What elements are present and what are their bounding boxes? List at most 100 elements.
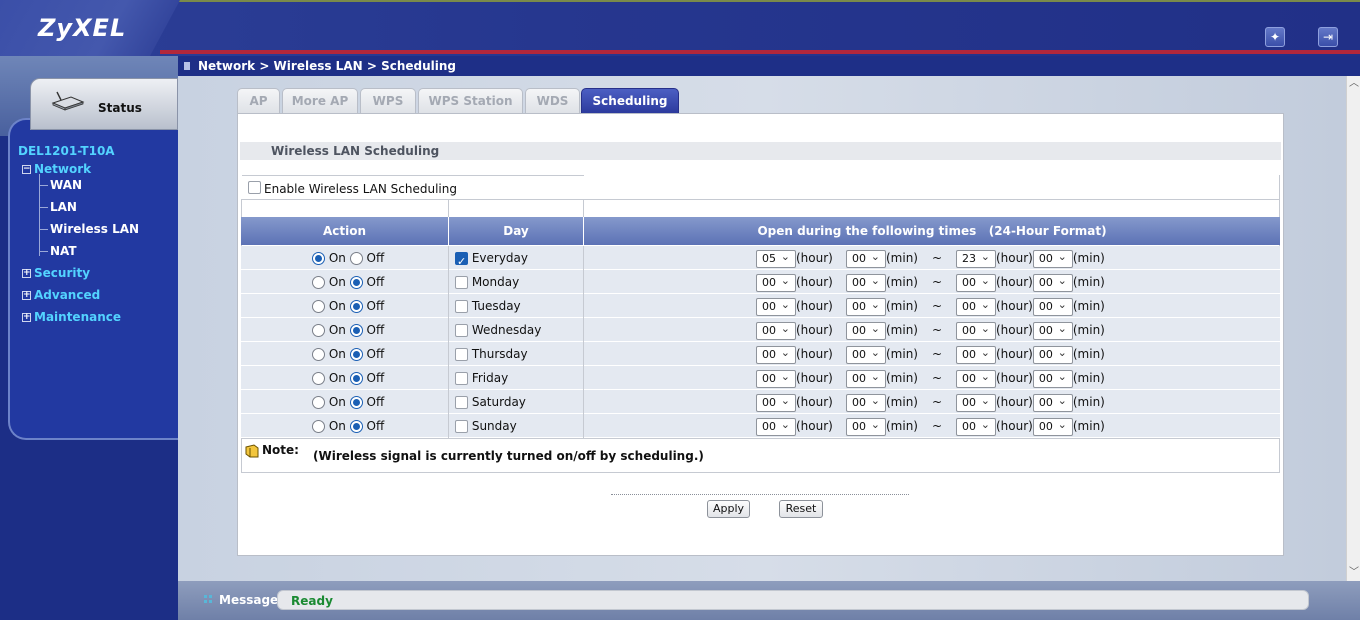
tab-ap[interactable]: AP <box>237 88 280 113</box>
zyxel-logo: ZyXEL <box>38 14 127 42</box>
range-separator: ~ <box>932 371 943 385</box>
day-cell: Friday <box>455 366 508 390</box>
device-name[interactable]: DEL1201-T10A <box>18 144 115 158</box>
off-radio[interactable] <box>349 324 363 337</box>
sidebar-item-wan[interactable]: WAN <box>50 178 82 192</box>
tab-scheduling[interactable]: Scheduling <box>581 88 679 113</box>
off-radio[interactable] <box>349 348 363 361</box>
sidebar-item-network[interactable]: − Network <box>22 162 91 176</box>
start-minute-select[interactable]: 00 <box>846 273 886 292</box>
end-minute-select[interactable]: 00 <box>1032 345 1073 364</box>
off-radio[interactable] <box>349 252 363 265</box>
start-minute-select[interactable]: 00 <box>846 393 886 412</box>
start-hour-select[interactable]: 05 <box>756 249 796 268</box>
sidebar-item-wireless-lan[interactable]: Wireless LAN <box>50 222 139 236</box>
sidebar-item-advanced[interactable]: + Advanced <box>22 288 100 302</box>
start-hour-select[interactable]: 00 <box>756 369 796 388</box>
day-checkbox[interactable] <box>455 324 468 337</box>
scroll-up-icon[interactable]: ︿ <box>1347 76 1360 92</box>
on-label: On <box>328 275 346 289</box>
end-minute-select[interactable]: 00 <box>1032 297 1073 316</box>
start-hour-select[interactable]: 00 <box>756 345 796 364</box>
end-hour-select[interactable]: 00 <box>956 321 996 340</box>
off-radio[interactable] <box>349 372 363 385</box>
hour-unit: (hour) <box>996 251 1033 265</box>
end-minute-select[interactable]: 00 <box>1032 393 1073 412</box>
off-radio[interactable] <box>349 276 363 289</box>
start-minute-select[interactable]: 00 <box>846 345 886 364</box>
apply-button[interactable]: Apply <box>707 500 750 518</box>
day-label: Saturday <box>471 395 526 409</box>
min-unit: (min) <box>1072 371 1105 385</box>
start-hour-select[interactable]: 00 <box>756 417 796 436</box>
on-radio[interactable] <box>312 396 325 409</box>
start-minute-select[interactable]: 00 <box>846 249 886 268</box>
start-hour-select[interactable]: 00 <box>756 321 796 340</box>
on-radio[interactable] <box>312 276 325 289</box>
table-row: On Off Saturday00(hour)00(min)~00(hour)0… <box>241 390 1280 414</box>
day-checkbox[interactable] <box>455 420 468 433</box>
action-cell: On Off <box>312 414 384 438</box>
end-minute-select[interactable]: 00 <box>1032 369 1073 388</box>
min-unit: (min) <box>1072 347 1105 361</box>
tab-wps-station[interactable]: WPS Station <box>418 88 523 113</box>
end-minute-select[interactable]: 00 <box>1032 249 1073 268</box>
end-time: 00(hour)00(min) <box>956 318 1105 342</box>
wizard-icon[interactable]: ✦ <box>1265 27 1285 47</box>
start-hour-select[interactable]: 00 <box>756 273 796 292</box>
day-checkbox[interactable] <box>455 372 468 385</box>
sidebar-item-lan[interactable]: LAN <box>50 200 77 214</box>
start-minute-select[interactable]: 00 <box>846 369 886 388</box>
day-checkbox[interactable] <box>455 250 468 274</box>
end-time: 00(hour)00(min) <box>956 342 1105 366</box>
on-radio[interactable] <box>312 252 325 265</box>
sidebar-item-label: Network <box>34 162 92 176</box>
end-hour-select[interactable]: 00 <box>956 297 996 316</box>
vertical-scrollbar[interactable]: ︿ ﹀ <box>1346 76 1360 581</box>
day-checkbox[interactable] <box>455 276 468 289</box>
end-hour-select[interactable]: 23 <box>956 249 996 268</box>
sidebar-item-security[interactable]: + Security <box>22 266 90 280</box>
start-minute-select[interactable]: 00 <box>846 297 886 316</box>
table-row: On Off Friday00(hour)00(min)~00(hour)00(… <box>241 366 1280 390</box>
off-radio[interactable] <box>349 300 363 313</box>
end-minute-select[interactable]: 00 <box>1032 273 1073 292</box>
start-minute-select[interactable]: 00 <box>846 417 886 436</box>
on-radio[interactable] <box>312 300 325 313</box>
scroll-down-icon[interactable]: ﹀ <box>1347 565 1360 581</box>
note-icon <box>245 444 259 458</box>
end-hour-select[interactable]: 00 <box>956 369 996 388</box>
sidebar-item-nat[interactable]: NAT <box>50 244 77 258</box>
status-tab[interactable]: Status <box>30 78 178 130</box>
day-checkbox[interactable] <box>455 348 468 361</box>
day-cell: Wednesday <box>455 318 541 342</box>
off-radio[interactable] <box>349 396 363 409</box>
day-checkbox[interactable] <box>455 300 468 313</box>
column-divider <box>583 366 584 390</box>
reset-button[interactable]: Reset <box>779 500 823 518</box>
day-checkbox[interactable] <box>455 396 468 409</box>
end-minute-select[interactable]: 00 <box>1032 417 1073 436</box>
on-radio[interactable] <box>312 324 325 337</box>
on-radio[interactable] <box>312 372 325 385</box>
end-hour-select[interactable]: 00 <box>956 345 996 364</box>
enable-scheduling-checkbox[interactable] <box>248 181 261 194</box>
end-minute-select[interactable]: 00 <box>1032 321 1073 340</box>
start-hour-select[interactable]: 00 <box>756 393 796 412</box>
end-hour-select[interactable]: 00 <box>956 273 996 292</box>
on-radio[interactable] <box>312 348 325 361</box>
start-minute-select[interactable]: 00 <box>846 321 886 340</box>
tab-wps[interactable]: WPS <box>360 88 416 113</box>
top-header: ZyXEL ✦ ⇥ <box>0 0 1360 56</box>
on-radio[interactable] <box>312 420 325 433</box>
end-hour-select[interactable]: 00 <box>956 417 996 436</box>
logout-icon[interactable]: ⇥ <box>1318 27 1338 47</box>
end-hour-select[interactable]: 00 <box>956 393 996 412</box>
off-radio[interactable] <box>349 420 363 433</box>
sidebar-item-maintenance[interactable]: + Maintenance <box>22 310 121 324</box>
tab-wds[interactable]: WDS <box>525 88 580 113</box>
range-separator: ~ <box>932 395 943 409</box>
hour-unit: (hour) <box>996 347 1033 361</box>
tab-more-ap[interactable]: More AP <box>282 88 358 113</box>
start-hour-select[interactable]: 00 <box>756 297 796 316</box>
